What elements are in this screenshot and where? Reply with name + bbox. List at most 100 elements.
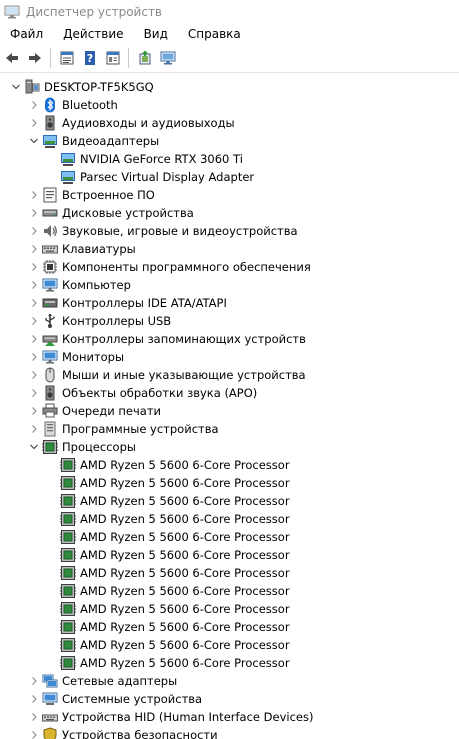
device-manager-icon: [4, 5, 20, 19]
tree-category[interactable]: Bluetooth: [28, 96, 118, 114]
printer-icon: [42, 403, 58, 419]
chevron-down-icon[interactable]: [28, 438, 40, 456]
help-button[interactable]: ?: [79, 47, 101, 69]
chevron-right-icon[interactable]: [28, 672, 40, 690]
chevron-right-icon[interactable]: [28, 384, 40, 402]
tree-category[interactable]: Компьютер: [28, 276, 131, 294]
tree-category[interactable]: Клавиатуры: [28, 240, 136, 258]
chevron-right-icon[interactable]: [28, 114, 40, 132]
chevron-right-icon[interactable]: [28, 276, 40, 294]
properties-button[interactable]: [56, 47, 78, 69]
menu-file[interactable]: Файл: [0, 24, 53, 44]
firmware-icon: [42, 187, 58, 203]
chevron-right-icon[interactable]: [28, 96, 40, 114]
tree-category[interactable]: Контроллеры запоминающих устройств: [28, 330, 306, 348]
menu-action[interactable]: Действие: [53, 24, 133, 44]
tree-category[interactable]: Сетевые адаптеры: [28, 672, 177, 690]
tree-item-label: Сетевые адаптеры: [62, 674, 178, 688]
chevron-right-icon[interactable]: [28, 312, 40, 330]
update-driver-button[interactable]: [134, 47, 156, 69]
chevron-right-icon[interactable]: [28, 726, 40, 739]
show-hidden-button[interactable]: [102, 47, 124, 69]
svg-text:?: ?: [87, 52, 93, 65]
chevron-right-icon[interactable]: [28, 258, 40, 276]
menu-help[interactable]: Справка: [178, 24, 251, 44]
chevron-right-icon[interactable]: [28, 420, 40, 438]
tree-item-label: Видеоадаптеры: [62, 134, 160, 148]
display-adapter-icon: [60, 169, 76, 185]
processor-icon: [60, 511, 76, 527]
chevron-right-icon[interactable]: [28, 240, 40, 258]
chevron-right-icon[interactable]: [28, 348, 40, 366]
processor-icon: [60, 547, 76, 563]
tree-category[interactable]: Мыши и иные указывающие устройства: [28, 366, 306, 384]
tree-category[interactable]: Программные устройства: [28, 420, 219, 438]
tree-device[interactable]: AMD Ryzen 5 5600 6-Core Processor: [46, 564, 290, 582]
tree-category[interactable]: Устройства HID (Human Interface Devices): [28, 708, 313, 726]
forward-button[interactable]: [24, 47, 46, 69]
tree-device[interactable]: AMD Ryzen 5 5600 6-Core Processor: [46, 582, 290, 600]
tree-item-label: Мониторы: [62, 350, 125, 364]
tree-root[interactable]: DESKTOP-TF5K5GQ: [10, 78, 154, 96]
chevron-right-icon[interactable]: [28, 330, 40, 348]
tree-item-label: AMD Ryzen 5 5600 6-Core Processor: [80, 566, 290, 580]
tree-item-label: AMD Ryzen 5 5600 6-Core Processor: [80, 548, 290, 562]
chevron-right-icon[interactable]: [28, 366, 40, 384]
toolbar-separator: [128, 48, 129, 68]
tree-device[interactable]: Parsec Virtual Display Adapter: [46, 168, 254, 186]
tree-category[interactable]: Звуковые, игровые и видеоустройства: [28, 222, 298, 240]
tree-category[interactable]: Мониторы: [28, 348, 124, 366]
tree-device[interactable]: NVIDIA GeForce RTX 3060 Ti: [46, 150, 243, 168]
storage-controller-icon: [42, 331, 58, 347]
computer-icon: [24, 79, 40, 95]
scan-hardware-button[interactable]: [157, 47, 179, 69]
tree-device[interactable]: AMD Ryzen 5 5600 6-Core Processor: [46, 474, 290, 492]
chevron-right-icon[interactable]: [28, 690, 40, 708]
tree-device[interactable]: AMD Ryzen 5 5600 6-Core Processor: [46, 528, 290, 546]
tree-device[interactable]: AMD Ryzen 5 5600 6-Core Processor: [46, 492, 290, 510]
menu-view[interactable]: Вид: [134, 24, 178, 44]
tree-item-label: DESKTOP-TF5K5GQ: [44, 80, 154, 94]
tree-category[interactable]: Объекты обработки звука (APO): [28, 384, 257, 402]
back-button[interactable]: [1, 47, 23, 69]
tree-device[interactable]: AMD Ryzen 5 5600 6-Core Processor: [46, 510, 290, 528]
tree-item-label: Контроллеры USB: [62, 314, 172, 328]
title-bar[interactable]: Диспетчер устройств: [0, 0, 459, 24]
chevron-right-icon[interactable]: [28, 294, 40, 312]
chevron-right-icon[interactable]: [28, 402, 40, 420]
tree-device[interactable]: AMD Ryzen 5 5600 6-Core Processor: [46, 456, 290, 474]
tree-category[interactable]: Устройства безопасности: [28, 726, 218, 739]
chevron-right-icon[interactable]: [28, 186, 40, 204]
tree-device[interactable]: AMD Ryzen 5 5600 6-Core Processor: [46, 546, 290, 564]
tree-category[interactable]: Аудиовходы и аудиовыходы: [28, 114, 235, 132]
help-icon: ?: [82, 50, 98, 66]
tree-category[interactable]: Контроллеры USB: [28, 312, 171, 330]
display-adapter-icon: [42, 133, 58, 149]
chevron-right-icon[interactable]: [28, 222, 40, 240]
device-tree[interactable]: DESKTOP-TF5K5GQ Bluetooth Аудиовходы и ауд…: [0, 78, 459, 739]
tree-category[interactable]: Системные устройства: [28, 690, 202, 708]
chevron-right-icon[interactable]: [28, 204, 40, 222]
tree-category[interactable]: Видеоадаптеры: [28, 132, 159, 150]
chevron-down-icon[interactable]: [10, 78, 22, 96]
processor-icon: [60, 475, 76, 491]
tree-device[interactable]: AMD Ryzen 5 5600 6-Core Processor: [46, 636, 290, 654]
tree-category[interactable]: Контроллеры IDE ATA/ATAPI: [28, 294, 227, 312]
tree-device[interactable]: AMD Ryzen 5 5600 6-Core Processor: [46, 618, 290, 636]
chevron-down-icon[interactable]: [28, 132, 40, 150]
tree-category[interactable]: Процессоры: [28, 438, 136, 456]
processor-icon: [60, 565, 76, 581]
tree-device[interactable]: AMD Ryzen 5 5600 6-Core Processor: [46, 654, 290, 672]
processor-icon: [60, 457, 76, 473]
chevron-right-icon[interactable]: [28, 708, 40, 726]
tree-device[interactable]: AMD Ryzen 5 5600 6-Core Processor: [46, 600, 290, 618]
tree-category[interactable]: Очереди печати: [28, 402, 161, 420]
tree-category[interactable]: Компоненты программного обеспечения: [28, 258, 311, 276]
tree-category[interactable]: Встроенное ПО: [28, 186, 155, 204]
tree-category[interactable]: Дисковые устройства: [28, 204, 194, 222]
